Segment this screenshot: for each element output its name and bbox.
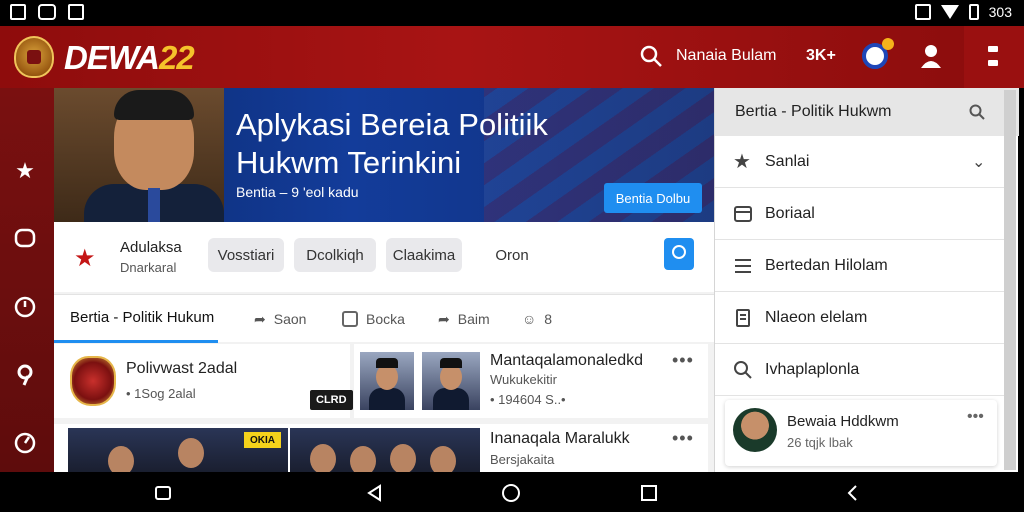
- tab-share[interactable]: ➦ Saon: [254, 295, 306, 343]
- star-icon: ★: [733, 151, 751, 173]
- panel-header: Bertia - Politik Hukwm: [715, 88, 1019, 136]
- status-bar: 303: [0, 0, 1024, 26]
- hero-portrait-image: [54, 88, 224, 222]
- more-options-icon[interactable]: •••: [967, 408, 984, 426]
- hero-title: Aplykasi Bereia Politiik Hukwm Terinkini: [236, 107, 548, 180]
- news-tag: OKIA: [244, 432, 281, 448]
- home-icon[interactable]: [500, 482, 522, 504]
- filter-chip[interactable]: Vosstiari: [208, 238, 284, 272]
- rail-timer-icon[interactable]: [12, 430, 38, 456]
- news-subtitle: Wukukekitir: [490, 372, 557, 387]
- main-content: Aplykasi Bereia Politiik Hukwm Terinkini…: [54, 88, 714, 472]
- tab-bookmark[interactable]: Bocka: [342, 295, 405, 343]
- tab-reactions[interactable]: ☺ 8: [522, 295, 552, 343]
- share-icon: ➦: [254, 310, 266, 327]
- bookmark-icon[interactable]: [664, 238, 694, 270]
- news-thumbnail: [422, 352, 480, 410]
- search-icon[interactable]: [969, 104, 985, 120]
- wifi-icon: [940, 5, 959, 19]
- clock: 303: [988, 4, 1012, 20]
- navigation-rail: ★: [0, 88, 54, 472]
- brand-title: DEWA22: [64, 39, 195, 76]
- star-icon: ★: [74, 245, 96, 272]
- google-account-icon[interactable]: [862, 38, 894, 69]
- news-card[interactable]: OKIA Inanaqala Maralukk Bersjakaita •••: [54, 424, 708, 472]
- news-title: Polivwast 2adal: [126, 360, 238, 377]
- news-meta: • 194604 S..•: [490, 392, 566, 407]
- news-tag: CLRD: [310, 390, 353, 410]
- news-thumbnail: [360, 352, 414, 410]
- filter-chip[interactable]: Oron: [482, 238, 542, 272]
- list-icon: [735, 259, 751, 273]
- rail-clock-icon[interactable]: [12, 294, 38, 320]
- filter-bar: ★ Adulaksa Dnarkaral Vosstiari Dcolkiqh …: [54, 222, 714, 292]
- news-subtitle: Bersjakaita: [490, 452, 555, 467]
- avatar: [733, 408, 777, 452]
- filter-subtitle: Dnarkaral: [120, 260, 177, 275]
- rail-chat-icon[interactable]: [12, 226, 38, 252]
- tab-politik-hukum[interactable]: Bertia - Politik Hukum: [54, 295, 218, 343]
- search-icon: [734, 361, 752, 379]
- comment-icon: [342, 311, 358, 327]
- filter-title: Adulaksa: [120, 239, 182, 256]
- screenshot-icon[interactable]: [152, 482, 174, 504]
- search-icon[interactable]: [640, 45, 662, 67]
- chevron-left-icon[interactable]: [842, 482, 864, 504]
- panel-item-nlaeon[interactable]: Nlaeon elelam: [715, 292, 1005, 344]
- gallery-notification-icon: [10, 4, 26, 20]
- notification-count[interactable]: 3K+: [806, 47, 836, 65]
- emblem-icon: [70, 356, 116, 406]
- system-nav-bar: [0, 472, 1024, 512]
- more-options-icon[interactable]: •••: [672, 428, 694, 449]
- category-panel: Bertia - Politik Hukwm ★ Sanlai ⌄ Boriaa…: [714, 88, 1019, 472]
- user-icon[interactable]: [920, 44, 942, 68]
- news-meta: • 1Sog 2alal: [126, 386, 196, 401]
- search-query-text[interactable]: Nanaia Bulam: [676, 47, 777, 65]
- hero-banner[interactable]: Aplykasi Bereia Politiik Hukwm Terinkini…: [54, 88, 714, 222]
- app-notification-icon: [38, 4, 56, 20]
- scrollbar[interactable]: [1004, 90, 1016, 470]
- recents-icon[interactable]: [638, 482, 660, 504]
- back-icon[interactable]: [364, 482, 386, 504]
- rail-star-icon[interactable]: ★: [12, 158, 38, 184]
- panel-item-ivhaplaplonla[interactable]: Ivhaplaplonla: [715, 344, 1005, 396]
- news-title: Inanaqala Maralukk: [490, 430, 630, 447]
- featured-title: Bewaia Hddkwm: [787, 413, 899, 430]
- filter-chip[interactable]: Claakima: [386, 238, 462, 272]
- calendar-icon: [734, 206, 752, 222]
- panel-title: Bertia - Politik Hukwm: [735, 103, 892, 120]
- featured-news-card[interactable]: Bewaia Hddkwm 26 tqjk lbak •••: [725, 400, 997, 466]
- cast-icon: [914, 4, 931, 20]
- battery-icon: [968, 4, 979, 20]
- bookmark-list-icon: [736, 309, 750, 327]
- filter-chip[interactable]: Dcolkiqh: [294, 238, 376, 272]
- panel-item-bertedan[interactable]: Bertedan Hilolam: [715, 240, 1005, 292]
- rail-location-icon[interactable]: [12, 362, 38, 388]
- reaction-icon: ☺: [522, 311, 537, 327]
- more-options-icon[interactable]: •••: [672, 350, 694, 371]
- tab-forward[interactable]: ➦ Baim: [438, 295, 490, 343]
- more-menu-button[interactable]: [964, 26, 1024, 88]
- news-feed: Polivwast 2adal • 1Sog 2alal CLRD Mantaq…: [54, 344, 714, 472]
- app-bar: DEWA22 Nanaia Bulam 3K+: [0, 26, 1024, 88]
- image-notification-icon: [68, 4, 84, 20]
- news-card[interactable]: Polivwast 2adal • 1Sog 2alal CLRD: [54, 344, 353, 418]
- panel-item-boriaal[interactable]: Boriaal: [715, 188, 1005, 240]
- news-card[interactable]: Mantaqalamonaledkd Wukukekitir • 194604 …: [354, 344, 708, 418]
- featured-subtitle: 26 tqjk lbak: [787, 435, 853, 450]
- tab-bar: Bertia - Politik Hukum ➦ Saon Bocka ➦ Baim…: [54, 294, 714, 343]
- news-thumbnail: OKIA: [68, 428, 288, 472]
- hero-action-button[interactable]: Bentia Dolbu: [604, 183, 702, 213]
- panel-item-sanlai[interactable]: ★ Sanlai ⌄: [715, 136, 1005, 188]
- chevron-down-icon[interactable]: ⌄: [972, 152, 985, 172]
- brand-logo-icon[interactable]: [14, 36, 54, 78]
- forward-icon: ➦: [438, 310, 450, 327]
- news-title: Mantaqalamonaledkd: [490, 352, 643, 369]
- hero-subtitle: Bentia – 9 'eol kadu: [236, 184, 359, 200]
- news-thumbnail: [290, 428, 480, 472]
